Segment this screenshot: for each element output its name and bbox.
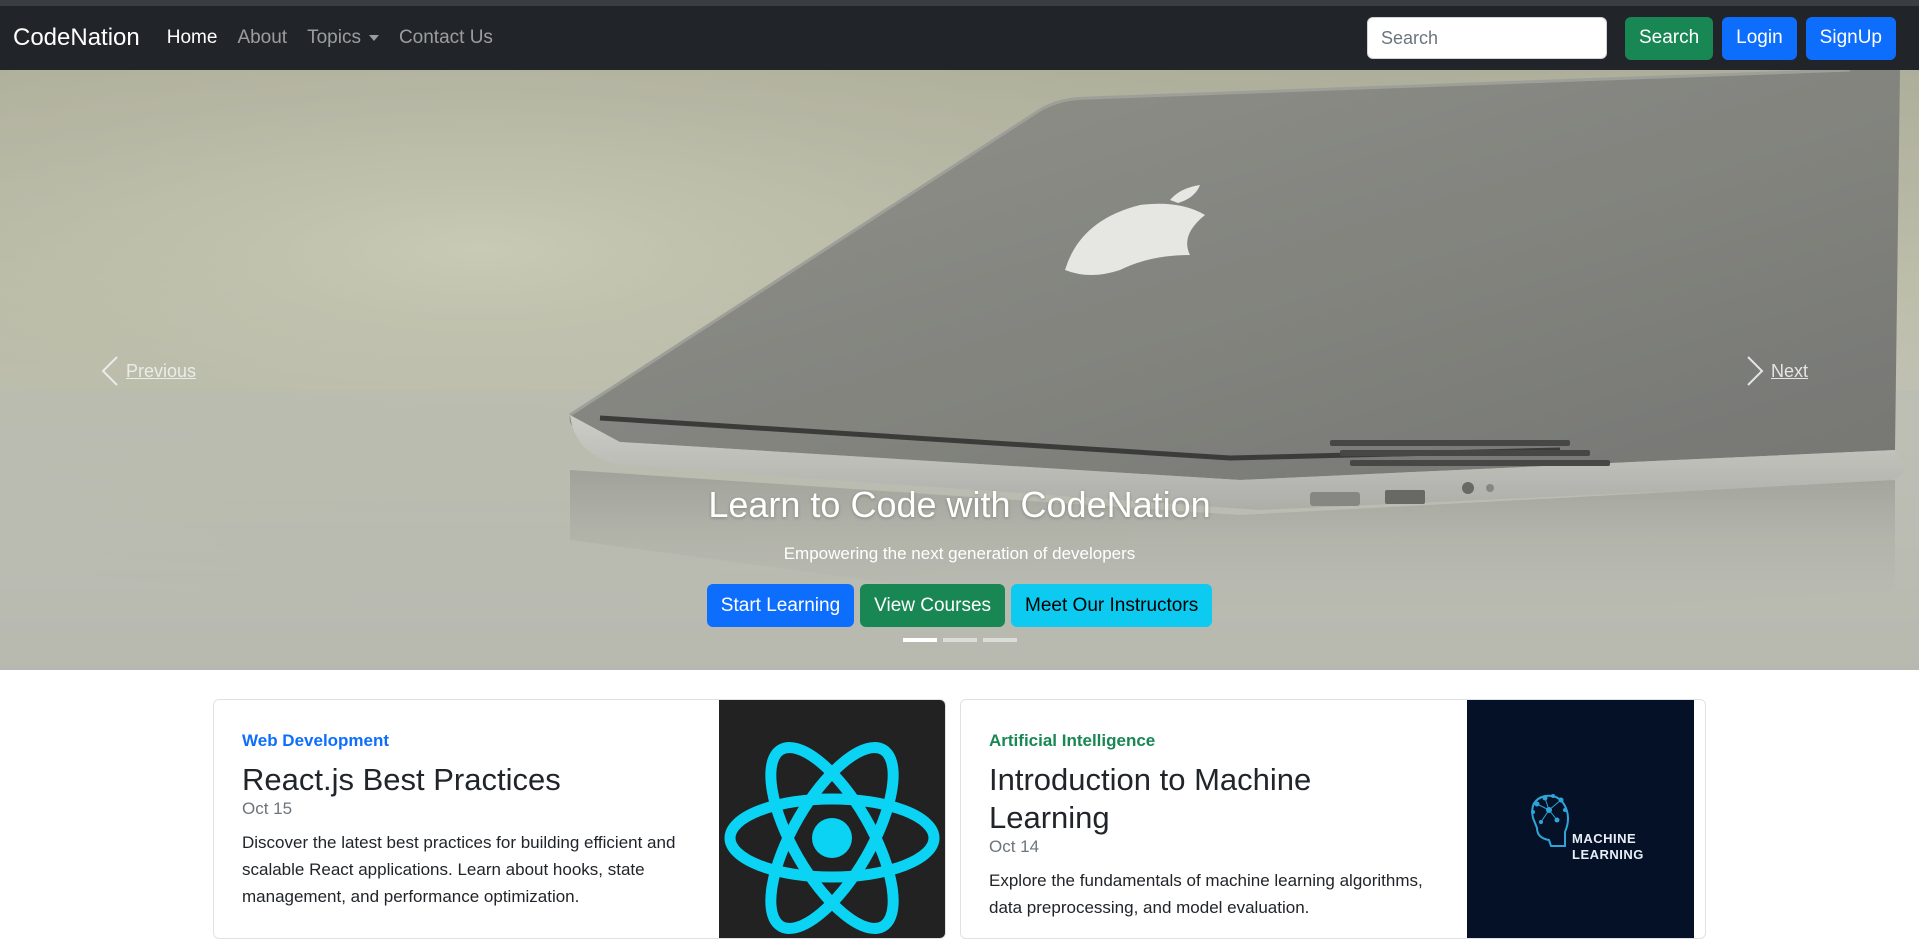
card-image [719, 700, 945, 938]
card-title: React.js Best Practices [242, 762, 561, 797]
card-title: Introduction to Machine Learning [989, 762, 1312, 835]
card-body: Web Development React.js Best Practices … [242, 731, 692, 910]
article-card-ml[interactable]: Artificial Intelligence Introduction to … [960, 699, 1706, 939]
card-text: Explore the fundamentals of machine lear… [989, 871, 1423, 917]
article-card-react[interactable]: Web Development React.js Best Practices … [213, 699, 946, 939]
carousel-next-control[interactable]: Next [1745, 355, 1808, 387]
card-body: Artificial Intelligence Introduction to … [989, 731, 1439, 921]
card-category: Artificial Intelligence [989, 731, 1156, 750]
nav-link-home[interactable]: Home [167, 27, 218, 49]
carousel-next-label: Next [1771, 360, 1809, 381]
start-learning-button[interactable]: Start Learning [706, 584, 855, 627]
nav-actions: Search Login SignUp [1366, 6, 1896, 70]
login-button[interactable]: Login [1722, 16, 1797, 60]
ml-logo-line2: LEARNING [1572, 847, 1644, 862]
carousel-prev-control[interactable]: Previous [100, 355, 196, 387]
carousel-prev-label: Previous [126, 360, 197, 381]
chevron-right-icon [1747, 356, 1764, 386]
ml-logo-line1: MACHINE [1572, 831, 1637, 846]
carousel-indicator-3[interactable] [982, 638, 1017, 642]
signup-button[interactable]: SignUp [1805, 16, 1896, 60]
view-courses-button[interactable]: View Courses [860, 584, 1006, 627]
react-logo-icon [724, 742, 940, 934]
machine-learning-logo-icon [1531, 794, 1569, 847]
nav-link-contact[interactable]: Contact Us [399, 27, 493, 49]
carousel-indicator-1[interactable] [902, 638, 937, 642]
carousel-indicators [0, 638, 1919, 642]
card-text: Discover the latest best practices for b… [242, 833, 676, 906]
search-button[interactable]: Search [1624, 16, 1714, 60]
hero-caption: Learn to Code with CodeNation Empowering… [0, 484, 1919, 627]
hero-subtitle: Empowering the next generation of develo… [783, 544, 1136, 563]
hero-title: Learn to Code with CodeNation [708, 484, 1211, 525]
hero-button-group: Start Learning View Courses Meet Our Ins… [0, 584, 1919, 627]
nav-link-about[interactable]: About [237, 27, 287, 49]
chevron-left-icon [101, 356, 118, 386]
meet-instructors-button[interactable]: Meet Our Instructors [1011, 584, 1213, 627]
card-image: MACHINE LEARNING [1467, 700, 1694, 938]
hero-carousel: Previous Next Learn to Code with CodeNat… [0, 70, 1919, 670]
ml-logo-text: MACHINE LEARNING [1572, 831, 1644, 863]
search-input[interactable] [1366, 17, 1607, 59]
card-category: Web Development [242, 731, 390, 750]
nav-links: Home About Topics Contact Us [167, 27, 513, 49]
card-date: Oct 15 [242, 799, 293, 818]
nav-link-topics[interactable]: Topics [307, 27, 379, 49]
brand-logo[interactable]: CodeNation [13, 24, 140, 52]
carousel-indicator-2[interactable] [942, 638, 977, 642]
caret-down-icon [368, 35, 379, 41]
card-date: Oct 14 [989, 837, 1040, 856]
navbar: CodeNation Home About Topics Contact Us … [0, 6, 1919, 70]
nav-link-topics-label: Topics [307, 27, 361, 48]
